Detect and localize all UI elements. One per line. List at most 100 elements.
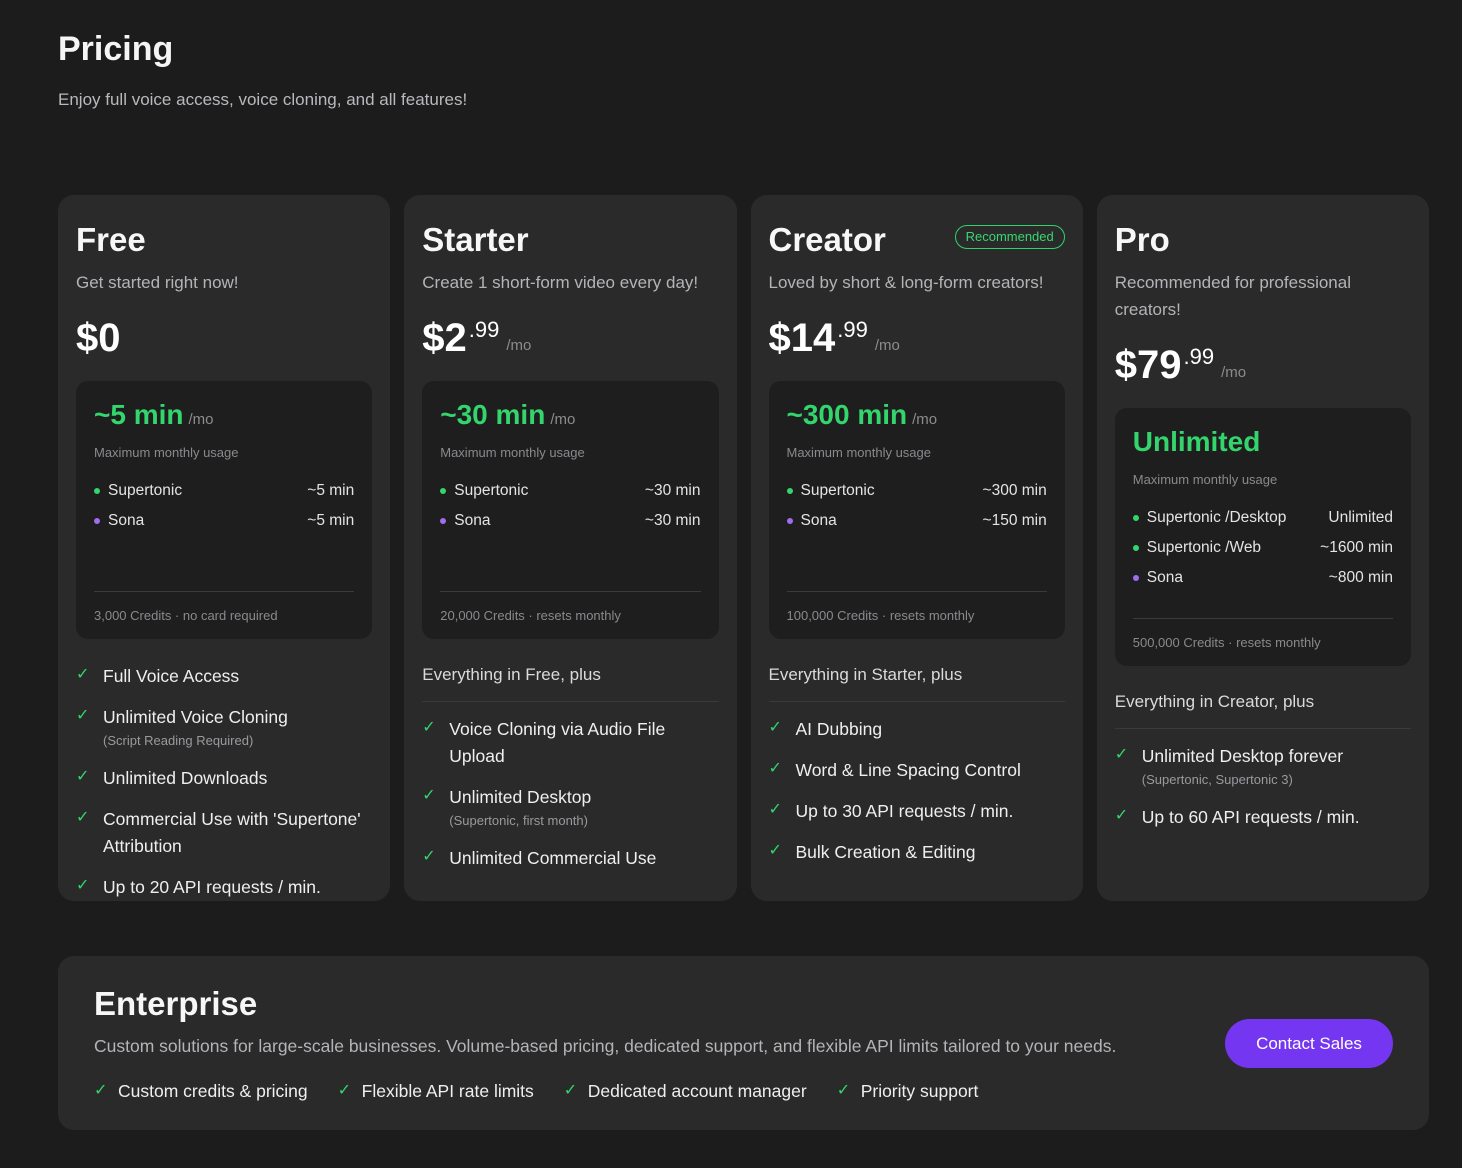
- usage-row-model: Supertonic: [786, 476, 875, 506]
- enterprise-title: Enterprise: [94, 985, 258, 1022]
- usage-row-label: Supertonic: [800, 482, 875, 499]
- bullet-dot-icon: [94, 488, 100, 494]
- feature-text: Voice Cloning via Audio File Upload: [449, 719, 666, 766]
- usage-row-value: ~150 min: [982, 512, 1047, 529]
- enterprise-feature-label: Flexible API rate limits: [361, 1080, 534, 1101]
- price-amount: $2: [422, 316, 467, 360]
- plan-name: Pro: [1114, 221, 1170, 258]
- feature-content: Commercial Use with 'Supertone' Attribut…: [103, 806, 372, 860]
- credits-note: 20,000 Credits · resets monthly: [440, 591, 701, 623]
- check-icon: ✓: [1114, 807, 1129, 824]
- usage-row: Sona ~5 min: [94, 506, 354, 536]
- feature-text: Full Voice Access: [103, 666, 240, 686]
- plan-description: Get started right now!: [76, 273, 239, 292]
- usage-rows: Supertonic ~30 min Sona ~30 min: [440, 476, 701, 536]
- usage-row-label: Supertonic /Web: [1146, 539, 1262, 556]
- feature-item: ✓ Up to 60 API requests / min.: [1115, 804, 1411, 831]
- price-unit: /mo: [506, 337, 532, 354]
- usage-box: ~5 min/mo Maximum monthly usage Supertonic…: [76, 381, 373, 639]
- check-icon: ✓: [76, 768, 90, 785]
- usage-unit: /mo: [550, 411, 576, 428]
- check-icon: ✓: [768, 719, 782, 736]
- feature-text: Unlimited Desktop forever: [1141, 746, 1344, 766]
- usage-row-model: Supertonic /Web: [1132, 533, 1262, 563]
- usage-row: Sona ~800 min: [1132, 563, 1393, 593]
- usage-row-value: Unlimited: [1328, 509, 1393, 526]
- check-icon: ✓: [76, 877, 90, 894]
- plan-description: Loved by short & long-form creators!: [768, 273, 1044, 292]
- check-icon: ✓: [422, 848, 436, 865]
- plan-description: Recommended for professional creators!: [1114, 273, 1351, 319]
- inherit-note: Everything in Free, plus: [422, 665, 719, 702]
- feature-content: Unlimited Downloads: [103, 765, 267, 792]
- price-cents: .99: [468, 317, 500, 342]
- enterprise-description: Custom solutions for large-scale busines…: [94, 1036, 1117, 1056]
- plan-name: Starter: [422, 221, 529, 258]
- feature-text: Commercial Use with 'Supertone' Attribut…: [103, 809, 361, 856]
- feature-item: ✓ Unlimited Desktop forever (Supertonic, S…: [1115, 743, 1411, 790]
- feature-text: Unlimited Downloads: [103, 768, 268, 788]
- feature-list: ✓ AI Dubbing ✓ Word & Line Spacing Control ✓…: [769, 716, 1065, 866]
- feature-item: ✓ Up to 20 API requests / min.: [76, 874, 372, 901]
- feature-item: ✓ Up to 30 API requests / min.: [769, 798, 1065, 825]
- usage-row-label: Sona: [454, 512, 491, 529]
- usage-box: ~300 min/mo Maximum monthly usage Superton…: [768, 381, 1065, 639]
- check-icon: ✓: [563, 1082, 578, 1099]
- usage-rows: Supertonic /Desktop Unlimited Supertonic /…: [1132, 503, 1393, 593]
- usage-amount: Unlimited: [1132, 426, 1261, 457]
- bullet-dot-icon: [1132, 515, 1139, 521]
- usage-unit: /mo: [188, 411, 214, 428]
- contact-sales-button[interactable]: Contact Sales: [1225, 1019, 1393, 1068]
- feature-content: Voice Cloning via Audio File Upload: [449, 716, 718, 770]
- price-cents: .99: [1183, 344, 1215, 369]
- usage-row: Sona ~30 min: [440, 506, 701, 536]
- plan-price: $79.99/mo: [1115, 343, 1411, 387]
- check-icon: ✓: [836, 1082, 851, 1099]
- price-cents: .99: [837, 317, 868, 342]
- enterprise-feature-label: Dedicated account manager: [587, 1080, 807, 1101]
- page-subtitle: Enjoy full voice access, voice cloning, …: [58, 90, 468, 109]
- usage-row: Sona ~150 min: [786, 506, 1047, 536]
- enterprise-card: Enterprise Custom solutions for large-sc…: [58, 956, 1429, 1130]
- usage-row-value: ~5 min: [307, 512, 355, 529]
- feature-item: ✓ Unlimited Voice Cloning (Script Reading …: [76, 704, 372, 751]
- usage-box: Unlimited Maximum monthly usage Supertonic…: [1114, 408, 1411, 666]
- usage-rows: Supertonic ~300 min Sona ~150 min: [786, 476, 1047, 536]
- usage-row-model: Sona: [1132, 563, 1183, 593]
- enterprise-feature-label: Priority support: [860, 1080, 979, 1101]
- feature-content: Unlimited Commercial Use: [449, 845, 656, 872]
- feature-item: ✓ Bulk Creation & Editing: [769, 839, 1065, 866]
- bullet-dot-icon: [1132, 575, 1139, 581]
- price-amount: $14: [768, 316, 836, 360]
- usage-headline: ~300 min/mo: [787, 399, 1047, 431]
- usage-row-value: ~1600 min: [1320, 539, 1393, 556]
- bullet-dot-icon: [440, 488, 447, 494]
- usage-headline: ~30 min/mo: [440, 399, 700, 431]
- recommended-badge: Recommended: [954, 225, 1065, 249]
- check-icon: ✓: [76, 707, 90, 724]
- usage-row-label: Supertonic: [454, 482, 529, 499]
- feature-content: Up to 20 API requests / min.: [103, 874, 321, 901]
- feature-content: Full Voice Access: [103, 663, 239, 690]
- usage-row-model: Sona: [440, 506, 490, 536]
- usage-row: Supertonic ~30 min: [440, 476, 701, 506]
- feature-item: ✓ Unlimited Desktop (Supertonic, first mon…: [422, 784, 718, 831]
- feature-text: Unlimited Desktop: [449, 787, 592, 807]
- plan-description: Create 1 short-form video every day!: [422, 273, 699, 292]
- usage-row-model: Supertonic /Desktop: [1132, 503, 1286, 533]
- plan-cards: Free Get started right now! $0 ~5 min/mo Max…: [58, 195, 1429, 901]
- price-unit: /mo: [1221, 364, 1247, 381]
- feature-text: Up to 60 API requests / min.: [1141, 807, 1360, 827]
- credits-note: 500,000 Credits · resets monthly: [1132, 618, 1393, 650]
- feature-list: ✓ Full Voice Access ✓ Unlimited Voice Cloni…: [76, 663, 372, 901]
- usage-row-value: ~30 min: [644, 512, 701, 529]
- usage-row-value: ~5 min: [307, 482, 355, 499]
- feature-content: Unlimited Desktop forever (Supertonic, Su…: [1142, 743, 1343, 790]
- usage-label: Maximum monthly usage: [94, 445, 239, 460]
- plan-name: Free: [76, 221, 146, 258]
- feature-text: Up to 20 API requests / min.: [103, 877, 321, 897]
- usage-label: Maximum monthly usage: [786, 445, 932, 460]
- usage-row: Supertonic ~5 min: [94, 476, 354, 506]
- plan-card-free: Free Get started right now! $0 ~5 min/mo Max…: [58, 195, 391, 901]
- feature-item: ✓ Unlimited Commercial Use: [422, 845, 718, 872]
